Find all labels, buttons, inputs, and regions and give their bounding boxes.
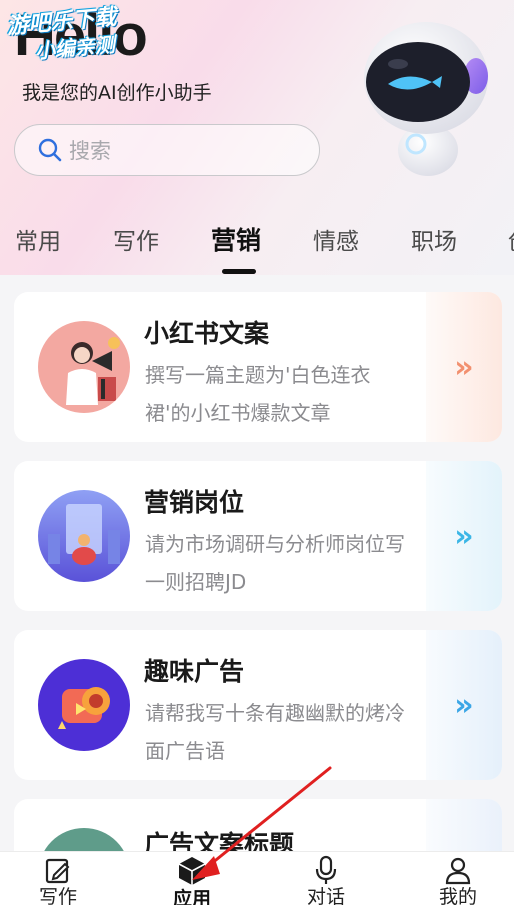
assistant-subtitle: 我是您的AI创作小助手	[22, 82, 212, 104]
nav-chat[interactable]: 对话	[286, 852, 366, 905]
card-title: 趣味广告	[144, 657, 245, 686]
search-icon	[37, 137, 63, 163]
microphone-icon	[315, 855, 337, 884]
template-card-fun-ad[interactable]: 趣味广告 请帮我写十条有趣幽默的烤冷面广告语 »	[14, 630, 502, 780]
card-go-button[interactable]: »	[426, 461, 502, 611]
card-thumbnail	[38, 321, 130, 413]
tab-marketing[interactable]: 营销	[211, 221, 261, 257]
card-description: 撰写一篇主题为'白色连衣裙'的小红书爆款文章	[145, 363, 371, 425]
card-go-button[interactable]: »	[426, 630, 502, 780]
bottom-navigation: 写作 应用 对话 我的	[0, 851, 514, 905]
user-icon	[445, 857, 471, 885]
category-tabs: 常用 写作 营销 情感 职场 创	[0, 214, 514, 274]
card-title: 营销岗位	[144, 488, 245, 517]
nav-profile[interactable]: 我的	[418, 852, 498, 905]
tab-writing[interactable]: 写作	[113, 222, 159, 256]
double-chevron-right-icon: »	[454, 349, 474, 385]
robot-mascot-icon	[364, 22, 488, 176]
nav-label: 应用	[172, 888, 211, 905]
card-title: 小红书文案	[144, 319, 270, 348]
card-go-button[interactable]: »	[426, 292, 502, 442]
template-card-marketing-job[interactable]: 营销岗位 请为市场调研与分析师岗位写一则招聘JD »	[14, 461, 502, 611]
nav-writing[interactable]: 写作	[18, 852, 98, 905]
nav-label: 我的	[438, 886, 477, 905]
search-bar[interactable]: 搜索	[14, 124, 320, 176]
nav-label: 写作	[38, 886, 77, 905]
tab-workplace[interactable]: 职场	[411, 222, 457, 256]
template-card-xiaohongshu[interactable]: 小红书文案 撰写一篇主题为'白色连衣裙'的小红书爆款文章 »	[14, 292, 502, 442]
tab-emotion[interactable]: 情感	[313, 222, 359, 256]
double-chevron-right-icon: »	[454, 518, 474, 554]
nav-label: 对话	[306, 886, 345, 905]
card-description: 请为市场调研与分析师岗位写一则招聘JD	[145, 532, 405, 594]
search-placeholder: 搜索	[69, 139, 111, 163]
card-thumbnail	[38, 659, 130, 751]
tab-common[interactable]: 常用	[15, 222, 61, 256]
active-tab-indicator	[222, 269, 256, 274]
card-description: 请帮我写十条有趣幽默的烤冷面广告语	[145, 701, 405, 763]
cube-icon	[178, 857, 206, 885]
edit-icon	[45, 858, 70, 884]
double-chevron-right-icon: »	[454, 687, 474, 723]
nav-apps[interactable]: 应用	[152, 852, 232, 905]
card-thumbnail	[38, 490, 130, 582]
tab-creative[interactable]: 创	[508, 222, 514, 256]
